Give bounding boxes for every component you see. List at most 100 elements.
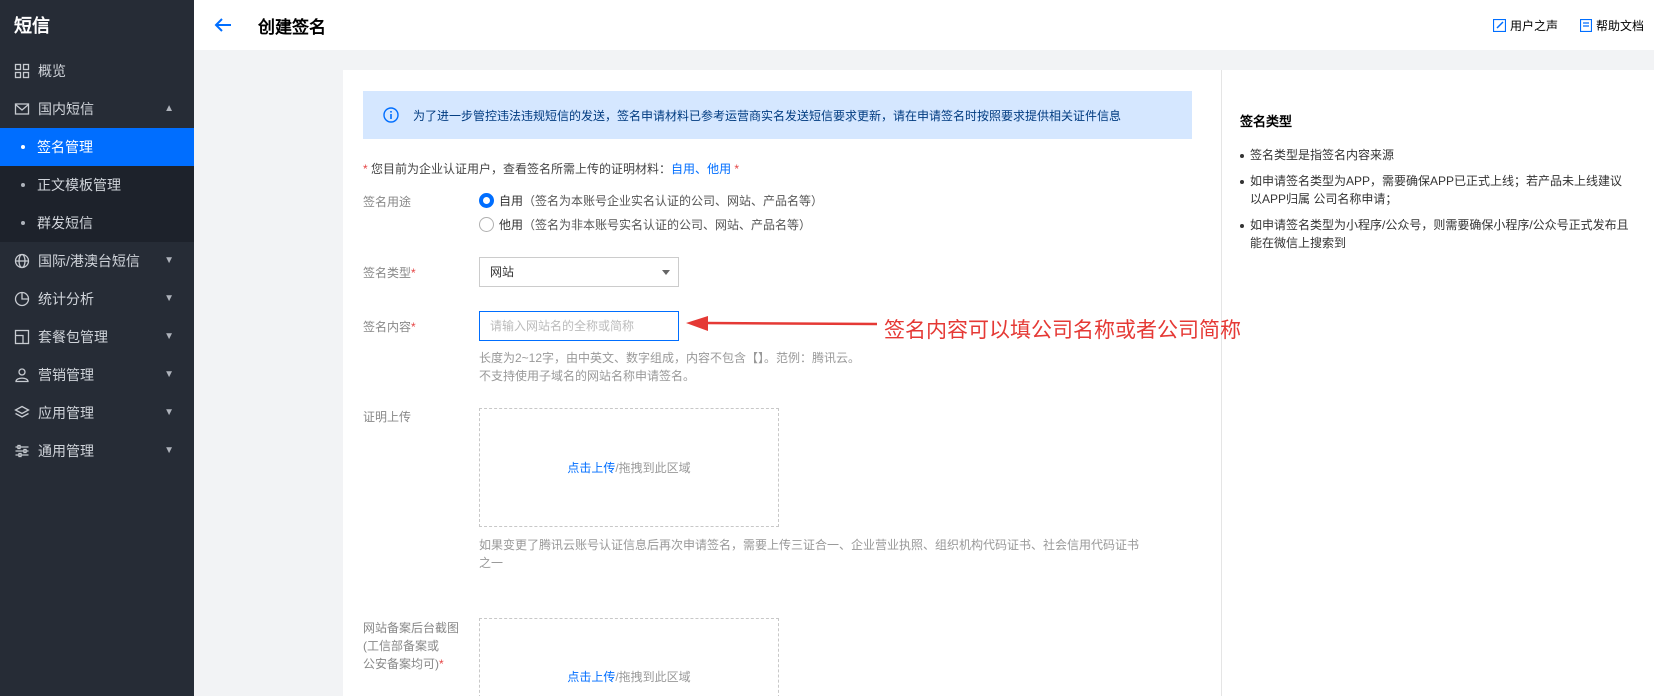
bullet-icon xyxy=(21,221,25,225)
record-upload-area[interactable]: 点击上传/拖拽到此区域 xyxy=(479,618,779,696)
sidebar-item-domestic-sms[interactable]: 国内短信 ▲ xyxy=(0,90,194,128)
sidebar-item-label: 应用管理 xyxy=(38,405,94,421)
required-star: * xyxy=(439,657,444,671)
chevron-up-icon: ▲ xyxy=(164,103,174,114)
record-label-line3: 公安备案均可)* xyxy=(363,655,459,673)
type-label: 签名类型* xyxy=(363,264,416,282)
help-docs-link[interactable]: 帮助文档 xyxy=(1580,17,1644,34)
proof-help: 如果变更了腾讯云账号认证信息后再次申请签名，需要上传三证合一、企业营业执照、组织… xyxy=(479,536,1139,572)
record-label: 网站备案后台截图 (工信部备案或 公安备案均可)* xyxy=(363,619,459,673)
header: 创建签名 用户之声 帮助文档 xyxy=(194,0,1654,50)
self-use-link[interactable]: 自用 xyxy=(671,162,695,176)
info-icon xyxy=(383,107,399,123)
sidebar-item-bulk-sms[interactable]: 群发短信 xyxy=(0,204,194,242)
sidebar-item-label: 群发短信 xyxy=(37,215,93,231)
upload-link[interactable]: 点击上传 xyxy=(567,459,615,476)
proof-label: 证明上传 xyxy=(363,410,412,424)
sidebar-item-apps[interactable]: 应用管理 ▼ xyxy=(0,394,194,432)
type-select-value: 网站 xyxy=(490,265,515,279)
content-label-text: 签名内容 xyxy=(363,320,412,334)
notice-banner: 为了进一步管控违法违规短信的发送，签名申请材料已参考运营商实名发送短信要求更新，… xyxy=(363,91,1192,139)
sidebar-item-packages[interactable]: 套餐包管理 ▼ xyxy=(0,318,194,356)
bullet-icon xyxy=(21,145,25,149)
side-panel-list: 签名类型是指签名内容来源 如申请签名类型为APP，需要确保APP已正式上线；若产… xyxy=(1240,146,1630,260)
usage-label: 签名用途 xyxy=(363,195,412,209)
side-panel-item: 如申请签名类型为APP，需要确保APP已正式上线；若产品未上线建议以APP归属 … xyxy=(1240,172,1630,208)
record-label-line2: (工信部备案或 xyxy=(363,639,439,653)
annotation-text: 签名内容可以填公司名称或者公司简称 xyxy=(884,319,1241,342)
link-separator: 、 xyxy=(695,162,708,176)
back-arrow-icon[interactable] xyxy=(212,14,234,36)
sidebar-item-international-sms[interactable]: 国际/港澳台短信 ▼ xyxy=(0,242,194,280)
edit-icon xyxy=(1493,19,1506,32)
globe-icon xyxy=(14,253,30,269)
proof-upload-area[interactable]: 点击上传/拖拽到此区域 xyxy=(479,408,779,527)
grid-icon xyxy=(14,63,30,79)
content-label: 签名内容* xyxy=(363,318,416,336)
required-star: * xyxy=(734,162,740,176)
sidebar-item-label: 营销管理 xyxy=(38,367,94,383)
required-star: * xyxy=(411,320,416,334)
proof-help-line2: 之一 xyxy=(479,556,504,570)
sidebar-brand: 短信 xyxy=(14,16,50,36)
chevron-down-icon: ▼ xyxy=(164,407,174,418)
chevron-down-icon: ▼ xyxy=(164,331,174,342)
sidebar: 短信 概览 国内短信 ▲ 签名管理 正文模板管理 群发短信 国际/港澳台短信 ▼… xyxy=(0,0,194,696)
chevron-down-icon: ▼ xyxy=(164,445,174,456)
type-label-text: 签名类型 xyxy=(363,266,412,280)
usage-option-other[interactable]: 他用 （签名为非本账号实名认证的公司、网站、产品名等） xyxy=(479,216,811,233)
sidebar-item-label: 签名管理 xyxy=(37,139,93,155)
sidebar-item-marketing[interactable]: 营销管理 ▼ xyxy=(0,356,194,394)
usage-option-hint: （签名为非本账号实名认证的公司、网站、产品名等） xyxy=(523,218,812,232)
sidebar-item-statistics[interactable]: 统计分析 ▼ xyxy=(0,280,194,318)
required-star: * xyxy=(411,266,416,280)
usage-option-label: 他用 xyxy=(499,218,524,232)
user-group-icon xyxy=(15,368,29,383)
record-label-line3-text: 公安备案均可) xyxy=(363,657,439,671)
user-voice-label: 用户之声 xyxy=(1510,19,1559,33)
sidebar-item-label: 通用管理 xyxy=(38,443,94,459)
chevron-down-icon: ▼ xyxy=(164,255,174,266)
chevron-down-icon: ▼ xyxy=(164,293,174,304)
radio-checked-icon[interactable] xyxy=(479,193,494,208)
sidebar-item-general[interactable]: 通用管理 ▼ xyxy=(0,432,194,470)
usage-option-self[interactable]: 自用 （签名为本账号企业实名认证的公司、网站、产品名等） xyxy=(479,192,823,209)
chevron-down-icon: ▼ xyxy=(164,369,174,380)
upload-link[interactable]: 点击上传 xyxy=(567,668,615,685)
sidebar-item-label: 统计分析 xyxy=(38,291,94,307)
record-label-line1: 网站备案后台截图 xyxy=(363,621,460,635)
sidebar-submenu: 签名管理 正文模板管理 群发短信 xyxy=(0,128,194,242)
proof-help-line1: 如果变更了腾讯云账号认证信息后再次申请签名，需要上传三证合一、企业营业执照、组织… xyxy=(479,538,1140,552)
pie-chart-icon xyxy=(14,291,30,307)
sidebar-item-label: 概览 xyxy=(38,63,66,79)
bullet-icon xyxy=(21,183,25,187)
document-icon xyxy=(1580,19,1592,32)
page-title: 创建签名 xyxy=(258,18,326,37)
sidebar-item-label: 正文模板管理 xyxy=(37,177,121,193)
panel-divider xyxy=(1221,70,1222,696)
sliders-icon xyxy=(15,444,29,458)
usage-option-label: 自用 xyxy=(499,194,524,208)
annotation-arrow-icon xyxy=(686,316,878,331)
content-help: 长度为2~12字，由中英文、数字组成，内容不包含【】。范例：腾讯云。 不支持使用… xyxy=(479,349,860,385)
requirement-text: 您目前为企业认证用户，查看签名所需上传的证明材料： xyxy=(371,162,672,176)
user-voice-link[interactable]: 用户之声 xyxy=(1493,17,1558,34)
type-select[interactable]: 网站 xyxy=(479,257,679,287)
side-panel-item: 如申请签名类型为小程序/公众号，则需要确保小程序/公众号正式发布且能在微信上搜索… xyxy=(1240,216,1630,252)
radio-unchecked-icon[interactable] xyxy=(479,217,494,232)
caret-down-icon xyxy=(662,270,670,275)
sidebar-item-template-management[interactable]: 正文模板管理 xyxy=(0,166,194,204)
sidebar-item-label: 套餐包管理 xyxy=(38,329,108,345)
drag-hint: /拖拽到此区域 xyxy=(615,670,691,684)
sidebar-item-label: 国际/港澳台短信 xyxy=(38,253,140,269)
content-help-line1: 长度为2~12字，由中英文、数字组成，内容不包含【】。范例：腾讯云。 xyxy=(479,351,861,365)
content-help-line2: 不支持使用子域名的网站名称申请签名。 xyxy=(479,369,696,383)
sidebar-item-signature-management[interactable]: 签名管理 xyxy=(0,128,194,166)
required-star: * xyxy=(363,162,368,176)
package-icon xyxy=(14,329,30,345)
other-use-link[interactable]: 他用 xyxy=(707,162,731,176)
content-input[interactable] xyxy=(479,311,679,341)
layers-icon xyxy=(14,405,30,418)
sidebar-item-overview[interactable]: 概览 xyxy=(0,52,194,90)
mail-icon xyxy=(14,103,30,115)
